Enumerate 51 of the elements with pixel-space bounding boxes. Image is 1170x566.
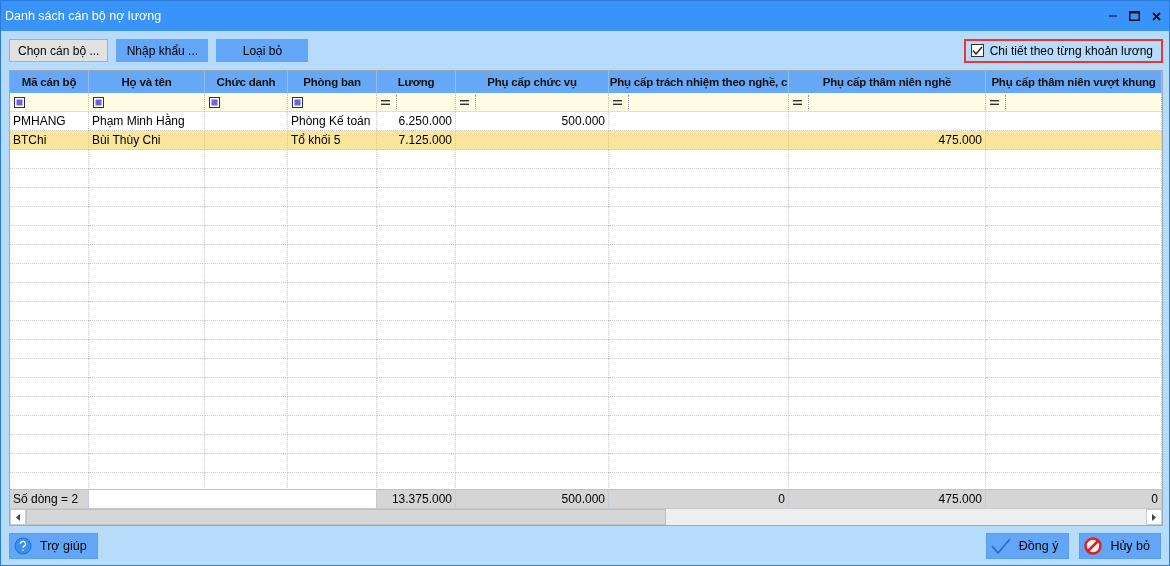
column-header[interactable]: Phụ cấp thâm niên vượt khung: [986, 71, 1162, 93]
table-cell: Bùi Thùy Chi: [89, 131, 205, 150]
column-header[interactable]: Họ và tên: [89, 71, 205, 93]
close-icon[interactable]: [1152, 11, 1161, 21]
total-cell: 0: [986, 489, 1162, 508]
scroll-left-button[interactable]: [10, 509, 26, 525]
scroll-right-button[interactable]: [1146, 509, 1162, 525]
equals-icon[interactable]: [381, 99, 390, 105]
window-title: Danh sách cán bộ nợ lương: [5, 9, 163, 23]
total-cell: 475.000: [789, 489, 986, 508]
column-header[interactable]: Phụ cấp thâm niên nghề: [789, 71, 986, 93]
total-cell: 500.000: [456, 489, 609, 508]
filter-checkbox-icon[interactable]: [292, 96, 303, 108]
column-header[interactable]: Phụ cấp chức vụ: [456, 71, 609, 93]
help-icon: [14, 536, 32, 555]
total-cell: 13.375.000: [377, 489, 456, 508]
cancel-button[interactable]: Hủy bỏ: [1079, 532, 1161, 559]
help-button[interactable]: Trợ giúp: [9, 532, 98, 559]
checkbox-label[interactable]: Chi tiết theo từng khoản lương: [989, 43, 1153, 58]
filter-checkbox-icon[interactable]: [93, 96, 104, 108]
equals-icon[interactable]: [613, 99, 622, 105]
scrollbar-thumb[interactable]: [26, 509, 666, 525]
equals-icon[interactable]: [990, 99, 999, 105]
table-row[interactable]: PMHANG Phạm Minh Hằng Phòng Kế toán 6.250.000 500.000: [10, 112, 1162, 131]
toolbar-button[interactable]: Loại bỏ: [216, 39, 309, 62]
maximize-icon[interactable]: [1129, 11, 1140, 21]
table-cell: Tổ khối 5: [288, 131, 377, 150]
filter-checkbox-icon[interactable]: [14, 96, 25, 108]
equals-icon[interactable]: [460, 99, 469, 105]
column-header[interactable]: Phụ cấp trách nhiệm theo nghề, c: [609, 71, 789, 93]
checkmark-icon: [971, 46, 983, 55]
left-arrow-icon: [16, 513, 20, 521]
table-cell: 7.125.000: [377, 131, 456, 150]
table-cell: 475.000: [789, 131, 986, 150]
column-header[interactable]: Phòng ban: [288, 71, 377, 93]
right-arrow-icon: [1152, 513, 1156, 521]
table-cell: BTChi: [10, 131, 89, 150]
equals-icon[interactable]: [793, 99, 802, 105]
prohibited-icon: [1084, 536, 1103, 555]
toolbar-button[interactable]: Nhập khẩu ...: [116, 39, 209, 62]
column-header[interactable]: Mã cán bộ: [10, 71, 89, 93]
column-header[interactable]: Chức danh: [205, 71, 288, 93]
checkbox[interactable]: [970, 44, 984, 57]
column-header[interactable]: Lương: [377, 71, 456, 93]
total-cell: 0: [609, 489, 789, 508]
ok-button[interactable]: Đồng ý: [985, 532, 1070, 559]
filter-checkbox-icon[interactable]: [209, 96, 220, 108]
toolbar-button[interactable]: Chọn cán bộ ...: [9, 39, 109, 62]
table-row[interactable]: BTChi Bùi Thùy Chi Tổ khối 5 7.125.000 475.000: [10, 131, 1162, 150]
checkmark-icon: [990, 537, 1011, 554]
row-count: Số dòng = 2: [10, 489, 89, 508]
